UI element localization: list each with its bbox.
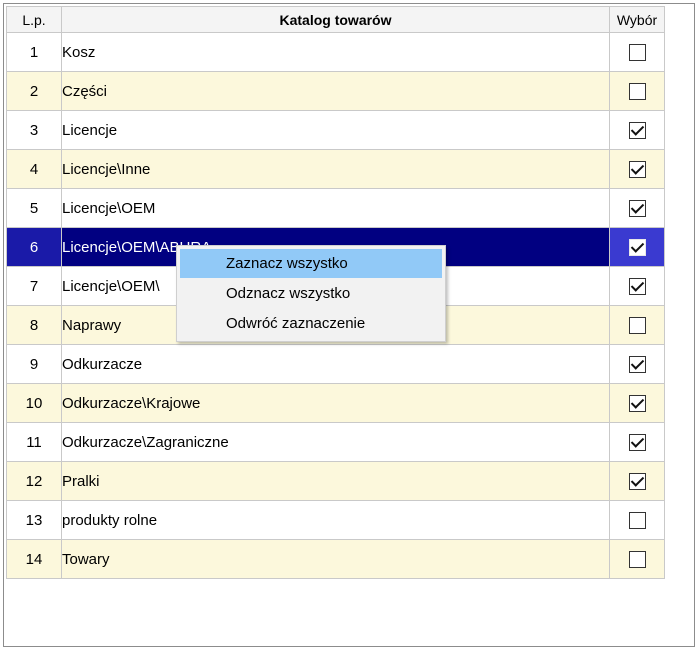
- context-menu-item[interactable]: Zaznacz wszystko: [180, 249, 442, 278]
- select-checkbox[interactable]: [628, 511, 646, 529]
- select-cell: [609, 149, 665, 189]
- row-number: 8: [6, 305, 62, 345]
- row-number: 14: [6, 539, 62, 579]
- row-number: 6: [6, 227, 62, 267]
- select-checkbox[interactable]: [628, 355, 646, 373]
- row-number: 3: [6, 110, 62, 150]
- select-cell: [609, 305, 665, 345]
- select-checkbox[interactable]: [628, 316, 646, 334]
- catalog-name-cell[interactable]: produkty rolne: [61, 500, 610, 540]
- table-header-row: L.p. Katalog towarów Wybór: [6, 6, 665, 33]
- select-cell: [609, 461, 665, 501]
- select-checkbox[interactable]: [628, 472, 646, 490]
- select-cell: [609, 344, 665, 384]
- catalog-name-cell[interactable]: Odkurzacze: [61, 344, 610, 384]
- select-cell: [609, 422, 665, 462]
- select-checkbox[interactable]: [628, 238, 646, 256]
- select-cell: [609, 500, 665, 540]
- row-number: 4: [6, 149, 62, 189]
- select-cell: [609, 539, 665, 579]
- row-number: 9: [6, 344, 62, 384]
- row-number: 7: [6, 266, 62, 306]
- catalog-name-cell[interactable]: Odkurzacze\Krajowe: [61, 383, 610, 423]
- catalog-name-cell[interactable]: Licencje\Inne: [61, 149, 610, 189]
- select-cell: [609, 110, 665, 150]
- select-checkbox[interactable]: [628, 394, 646, 412]
- select-cell: [609, 188, 665, 228]
- select-checkbox[interactable]: [628, 43, 646, 61]
- catalog-name-cell[interactable]: Części: [61, 71, 610, 111]
- table-row[interactable]: 5 Licencje\OEM: [6, 188, 665, 228]
- select-cell: [609, 71, 665, 111]
- select-checkbox[interactable]: [628, 550, 646, 568]
- table-row[interactable]: 2 Części: [6, 71, 665, 111]
- row-number: 1: [6, 32, 62, 72]
- select-checkbox[interactable]: [628, 82, 646, 100]
- table-row[interactable]: 13 produkty rolne: [6, 500, 665, 540]
- catalog-name-cell[interactable]: Licencje\OEM: [61, 188, 610, 228]
- table-row[interactable]: 10 Odkurzacze\Krajowe: [6, 383, 665, 423]
- context-menu-item[interactable]: Odznacz wszystko: [180, 279, 442, 308]
- column-header-lp[interactable]: L.p.: [6, 6, 62, 33]
- table-row[interactable]: 4 Licencje\Inne: [6, 149, 665, 189]
- catalog-name-cell[interactable]: Towary: [61, 539, 610, 579]
- select-cell: [609, 32, 665, 72]
- row-number: 5: [6, 188, 62, 228]
- table-row[interactable]: 1 Kosz: [6, 32, 665, 72]
- select-checkbox[interactable]: [628, 433, 646, 451]
- catalog-name-cell[interactable]: Odkurzacze\Zagraniczne: [61, 422, 610, 462]
- table-row[interactable]: 3 Licencje: [6, 110, 665, 150]
- select-checkbox[interactable]: [628, 160, 646, 178]
- catalog-name-cell[interactable]: Pralki: [61, 461, 610, 501]
- row-number: 12: [6, 461, 62, 501]
- row-number: 13: [6, 500, 62, 540]
- table-row[interactable]: 9 Odkurzacze: [6, 344, 665, 384]
- select-checkbox[interactable]: [628, 121, 646, 139]
- table-row[interactable]: 11 Odkurzacze\Zagraniczne: [6, 422, 665, 462]
- row-number: 10: [6, 383, 62, 423]
- select-cell: [609, 227, 665, 267]
- column-header-select[interactable]: Wybór: [609, 6, 665, 33]
- catalog-name-cell[interactable]: Kosz: [61, 32, 610, 72]
- row-number: 2: [6, 71, 62, 111]
- row-number: 11: [6, 422, 62, 462]
- select-cell: [609, 383, 665, 423]
- context-menu-item[interactable]: Odwróć zaznaczenie: [180, 309, 442, 338]
- context-menu: Zaznacz wszystko Odznacz wszystko Odwróć z…: [176, 245, 446, 342]
- table-row[interactable]: 14 Towary: [6, 539, 665, 579]
- table-row[interactable]: 12 Pralki: [6, 461, 665, 501]
- select-cell: [609, 266, 665, 306]
- catalog-name-cell[interactable]: Licencje: [61, 110, 610, 150]
- select-checkbox[interactable]: [628, 277, 646, 295]
- select-checkbox[interactable]: [628, 199, 646, 217]
- column-header-catalog[interactable]: Katalog towarów: [61, 6, 610, 33]
